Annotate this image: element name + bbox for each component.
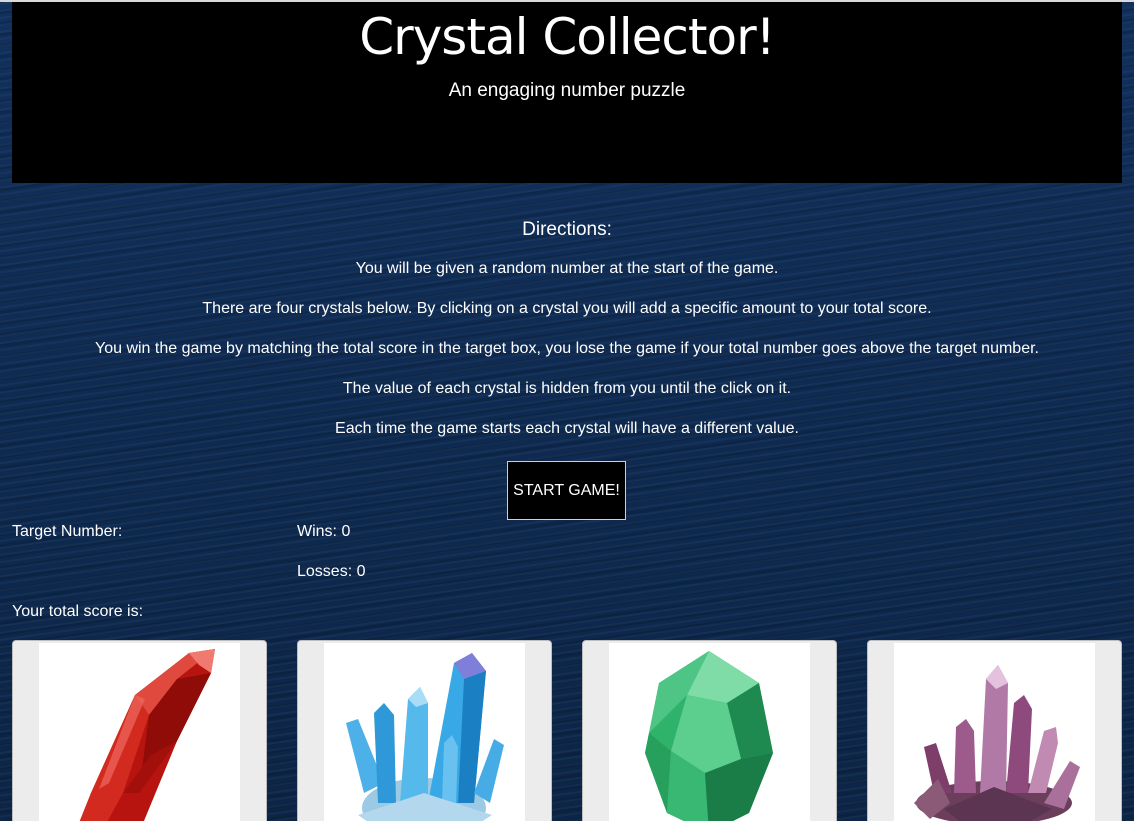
direction-line: There are four crystals below. By clicki… [202, 300, 932, 317]
blue-crystal-cluster-icon [324, 643, 525, 821]
losses-counter: Losses: 0 [297, 563, 366, 580]
crystal-button-purple[interactable] [867, 640, 1122, 821]
direction-line: You will be given a random number at the… [355, 260, 779, 277]
purple-crystal-cluster-icon [894, 643, 1095, 821]
page-title: Crystal Collector! [359, 8, 775, 66]
green-crystal-graphic [645, 651, 773, 821]
directions-section: Directions: You will be given a random n… [0, 217, 1134, 459]
crystal-button-blue[interactable] [297, 640, 552, 821]
direction-line: You win the game by matching the total s… [95, 340, 1039, 357]
crystal-button-red[interactable] [12, 640, 267, 821]
blue-crystal-graphic [346, 653, 504, 821]
purple-crystal-graphic [914, 665, 1080, 821]
red-crystal-icon [39, 643, 240, 821]
direction-line: The value of each crystal is hidden from… [342, 380, 792, 397]
start-game-button[interactable]: START GAME! [507, 461, 626, 520]
total-score-label: Your total score is: [12, 603, 144, 620]
directions-heading: Directions: [522, 219, 612, 240]
red-crystal-graphic [79, 649, 215, 821]
crystal-button-green[interactable] [582, 640, 837, 821]
wins-counter: Wins: 0 [297, 523, 351, 540]
page-subtitle: An engaging number puzzle [448, 80, 686, 101]
page-header: Crystal Collector! An engaging number pu… [12, 2, 1122, 183]
direction-line: Each time the game starts each crystal w… [335, 420, 799, 437]
target-number-label: Target Number: [12, 523, 123, 540]
green-crystal-icon [609, 643, 810, 821]
